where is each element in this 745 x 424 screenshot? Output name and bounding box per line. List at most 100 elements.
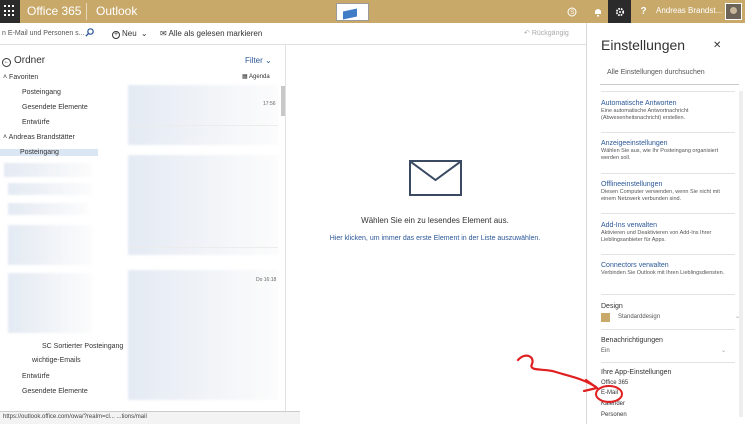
favorites-header[interactable]: ˄ Favoriten <box>3 74 38 81</box>
blurred-messages <box>128 155 278 255</box>
divider <box>601 132 735 133</box>
divider <box>601 362 735 363</box>
settings-pane: Einstellungen ✕ Alle Einstellungen durch… <box>586 23 745 424</box>
blurred-folders <box>8 225 92 265</box>
user-name[interactable]: Andreas Brandst... <box>656 6 722 15</box>
setting-desc: Diesen Computer verwenden, wenn Sie nich… <box>601 189 720 202</box>
message-list <box>98 45 286 424</box>
app-launcher-icon[interactable] <box>0 0 20 23</box>
search-box[interactable]: n E-Mail und Personen s... <box>0 23 98 45</box>
app-settings-label: Ihre App-Einstellungen <box>601 369 672 376</box>
folder-item-inbox-fav[interactable]: Posteingang <box>22 89 61 96</box>
divider <box>601 173 735 174</box>
message-time: 17:56 <box>263 101 276 107</box>
command-bar: n E-Mail und Personen s... + Neu ⌄ ✉ Alle… <box>0 23 586 45</box>
setting-connectors[interactable]: Connectors verwalten Verbinden Sie Outlo… <box>601 262 736 277</box>
blurred-folders <box>8 203 88 215</box>
chevron-down-icon[interactable]: ⌄ <box>141 29 148 38</box>
filter-label: Filter <box>245 56 263 65</box>
calendar-icon: ▦ <box>242 74 248 80</box>
close-icon[interactable]: ✕ <box>713 40 721 51</box>
blurred-folders <box>8 273 92 333</box>
message-divider <box>128 125 278 126</box>
agenda-label: Agenda <box>249 74 270 80</box>
setting-heading: Automatische Antworten <box>601 100 677 107</box>
divider <box>601 213 735 214</box>
setting-desc: Eine automatische Antwortnachricht (Abwe… <box>601 108 689 121</box>
folder-pane: ← Ordner ˄ Favoriten Posteingang Gesendet… <box>0 45 123 424</box>
app-setting-people[interactable]: Personen <box>601 412 627 418</box>
settings-title: Einstellungen <box>601 37 686 53</box>
divider <box>86 3 87 20</box>
account-label: Andreas Brandstätter <box>8 134 75 141</box>
envelope-icon <box>409 160 462 196</box>
folder-item-sent-fav[interactable]: Gesendete Elemente <box>22 104 88 111</box>
message-time: Do 16:18 <box>256 277 277 283</box>
help-icon[interactable]: ? <box>632 0 655 23</box>
setting-offline[interactable]: Offlineeinstellungen Diesen Computer ver… <box>601 181 736 203</box>
folder-item-inbox-selected[interactable]: Posteingang <box>0 149 98 156</box>
blurred-messages <box>128 85 278 145</box>
message-divider <box>128 247 278 248</box>
mark-all-read-button[interactable]: ✉ Alle als gelesen markieren <box>160 29 262 38</box>
plus-icon: + <box>112 31 120 39</box>
search-input[interactable]: n E-Mail und Personen s... <box>2 30 85 37</box>
undo-icon: ↶ <box>524 30 530 37</box>
back-arrow-icon[interactable]: ← <box>2 58 11 67</box>
setting-display[interactable]: Anzeigeeinstellungen Wählen Sie aus, wie… <box>601 140 736 162</box>
undo-label: Rückgängig <box>531 30 569 37</box>
app-setting-mail[interactable]: E-Mail <box>601 390 618 396</box>
divider <box>601 294 735 295</box>
filter-button[interactable]: Filter ⌄ <box>245 56 272 65</box>
app-setting-office365[interactable]: Office 365 <box>601 380 628 386</box>
setting-desc: Verbinden Sie Outlook mit Ihren Liebling… <box>601 270 725 276</box>
blurred-folders <box>4 163 92 177</box>
video-thumbnail <box>336 3 369 21</box>
app-setting-calendar[interactable]: Kalender <box>601 401 625 407</box>
folder-item-important[interactable]: wichtige-Emails <box>32 357 81 364</box>
notifications-value[interactable]: Ein <box>601 348 610 354</box>
notifications-label: Benachrichtigungen <box>601 337 663 344</box>
list-scrollbar[interactable] <box>281 86 285 116</box>
suite-bar: Office 365 Outlook S ? Andreas Brandst..… <box>0 0 745 23</box>
setting-addins[interactable]: Add-Ins verwalten Aktivieren und Deaktiv… <box>601 222 736 244</box>
bell-icon[interactable] <box>586 0 609 23</box>
folder-item-drafts[interactable]: Entwürfe <box>22 373 50 380</box>
avatar[interactable] <box>725 3 742 20</box>
favorites-label: Favoriten <box>9 74 39 81</box>
chevron-down-icon[interactable]: ⌄ <box>721 347 726 354</box>
design-value: Standarddesign <box>618 314 661 320</box>
envelope-open-icon: ✉ <box>160 29 167 38</box>
divider <box>601 329 735 330</box>
folder-item-sent[interactable]: Gesendete Elemente <box>22 388 88 395</box>
new-message-button[interactable]: + Neu ⌄ <box>112 29 148 39</box>
theme-swatch <box>601 313 610 322</box>
folder-item-drafts-fav[interactable]: Entwürfe <box>22 119 50 126</box>
office365-brand[interactable]: Office 365 <box>27 4 81 18</box>
settings-scrollbar[interactable] <box>739 91 743 417</box>
setting-heading: Add-Ins verwalten <box>601 222 658 229</box>
setting-desc: Aktivieren und Deaktivieren von Add-Ins … <box>601 230 712 243</box>
setting-desc: Wählen Sie aus, wie Ihr Posteingang orga… <box>601 148 719 161</box>
undo-button[interactable]: ↶ Rückgängig <box>524 29 569 37</box>
agenda-button[interactable]: ▦ Agenda <box>242 73 270 80</box>
new-label: Neu <box>122 29 137 38</box>
gear-icon[interactable] <box>608 0 631 23</box>
mark-all-read-label: Alle als gelesen markieren <box>168 29 263 38</box>
setting-heading: Anzeigeeinstellungen <box>601 140 668 147</box>
setting-heading: Connectors verwalten <box>601 262 669 269</box>
select-first-item-link[interactable]: Hier klicken, um immer das erste Element… <box>310 235 560 242</box>
setting-auto-replies[interactable]: Automatische Antworten Eine automatische… <box>601 100 736 122</box>
settings-search-input[interactable]: Alle Einstellungen durchsuchen <box>600 61 739 85</box>
folders-title: Ordner <box>14 55 46 66</box>
empty-reading-message: Wählen Sie ein zu lesendes Element aus. <box>361 216 509 225</box>
browser-status-url: https://outlook.office.com/owa/?realm=cl… <box>0 411 300 424</box>
skype-icon[interactable]: S <box>560 0 583 23</box>
chevron-down-icon: ⌄ <box>265 56 272 65</box>
account-header[interactable]: ˄ Andreas Brandstätter <box>3 134 75 141</box>
divider <box>601 91 735 92</box>
app-title[interactable]: Outlook <box>96 4 137 18</box>
folders-header[interactable]: ← Ordner <box>2 55 45 67</box>
settings-search-placeholder: Alle Einstellungen durchsuchen <box>607 69 705 76</box>
search-icon[interactable] <box>85 28 94 39</box>
